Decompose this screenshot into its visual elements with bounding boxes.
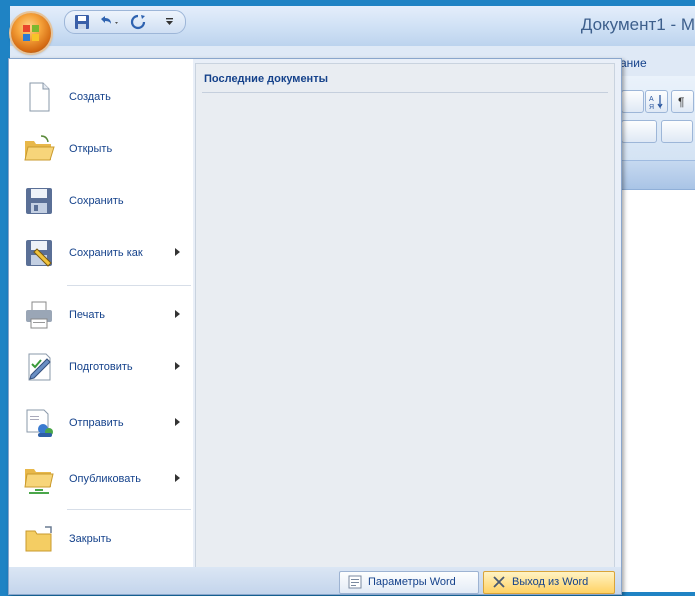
menu-item-send[interactable]: Отправить [9, 397, 193, 449]
prepare-pen-icon [23, 351, 55, 383]
menu-item-label: Закрыть [69, 533, 112, 545]
undo-icon[interactable] [97, 13, 118, 31]
menu-separator [67, 509, 191, 510]
ribbon-tab-label[interactable]: ание [620, 56, 647, 70]
menu-item-new[interactable]: Создать [9, 71, 193, 123]
menu-item-publish[interactable]: Опубликовать [9, 453, 193, 505]
menu-separator [67, 285, 191, 286]
align-icon[interactable] [621, 90, 644, 113]
menu-item-save[interactable]: Сохранить [9, 175, 193, 227]
printer-icon [23, 299, 55, 331]
submenu-arrow-icon [175, 248, 180, 256]
menu-item-label: Подготовить [69, 361, 133, 373]
menu-item-label: Сохранить [69, 195, 124, 207]
word-options-label: Параметры Word [368, 576, 456, 588]
exit-word-label: Выход из Word [512, 576, 589, 588]
quick-access-toolbar [64, 10, 186, 34]
save-icon[interactable] [73, 13, 93, 31]
menu-item-print[interactable]: Печать [9, 289, 193, 341]
menu-item-label: Открыть [69, 143, 113, 155]
submenu-arrow-icon [175, 310, 180, 318]
svg-text:A: A [649, 96, 654, 103]
close-icon [492, 575, 506, 589]
submenu-arrow-icon [175, 474, 180, 482]
save-as-icon [23, 237, 55, 269]
svg-text:Я: Я [649, 104, 654, 111]
recent-documents-panel: Последние документы [195, 63, 615, 569]
menu-item-open[interactable]: Открыть [9, 123, 193, 175]
sort-icon[interactable]: AЯ [645, 90, 668, 113]
svg-text:¶: ¶ [678, 95, 684, 109]
publish-folder-icon [23, 463, 55, 495]
recent-documents-separator [202, 92, 608, 93]
customize-toolbar-icon[interactable] [163, 13, 183, 31]
new-document-icon [23, 81, 55, 113]
recent-documents-title: Последние документы [204, 73, 328, 85]
borders-icon[interactable] [661, 120, 693, 143]
menu-item-save-as[interactable]: Сохранить как [9, 227, 193, 279]
paragraph-marks-icon[interactable]: ¶ [671, 90, 694, 113]
close-folder-icon [23, 523, 55, 555]
menu-item-label: Отправить [69, 417, 124, 429]
menu-item-label: Печать [69, 309, 106, 321]
exit-word-button[interactable]: Выход из Word [483, 571, 615, 594]
word-options-button[interactable]: Параметры Word [339, 571, 479, 594]
menu-item-label: Опубликовать [69, 473, 141, 485]
floppy-disk-icon [23, 185, 55, 217]
office-menu-commands: Создать Открыть Сохранить Сохранить как [9, 59, 193, 567]
office-menu: Создать Открыть Сохранить Сохранить как [8, 58, 622, 595]
open-folder-icon [23, 133, 55, 165]
office-logo-icon [22, 24, 40, 42]
send-icon [23, 407, 55, 439]
menu-item-close[interactable]: Закрыть [9, 513, 193, 565]
submenu-arrow-icon [175, 418, 180, 426]
shading-icon[interactable] [621, 120, 657, 143]
menu-item-label: Сохранить как [69, 247, 143, 259]
menu-item-label: Создать [69, 91, 111, 103]
office-button[interactable] [11, 13, 51, 53]
menu-item-prepare[interactable]: Подготовить [9, 341, 193, 393]
options-icon [348, 575, 362, 589]
redo-icon[interactable] [129, 13, 149, 31]
submenu-arrow-icon [175, 362, 180, 370]
window-title: Документ1 - М [580, 15, 695, 34]
office-menu-footer: Параметры Word Выход из Word [9, 567, 621, 594]
